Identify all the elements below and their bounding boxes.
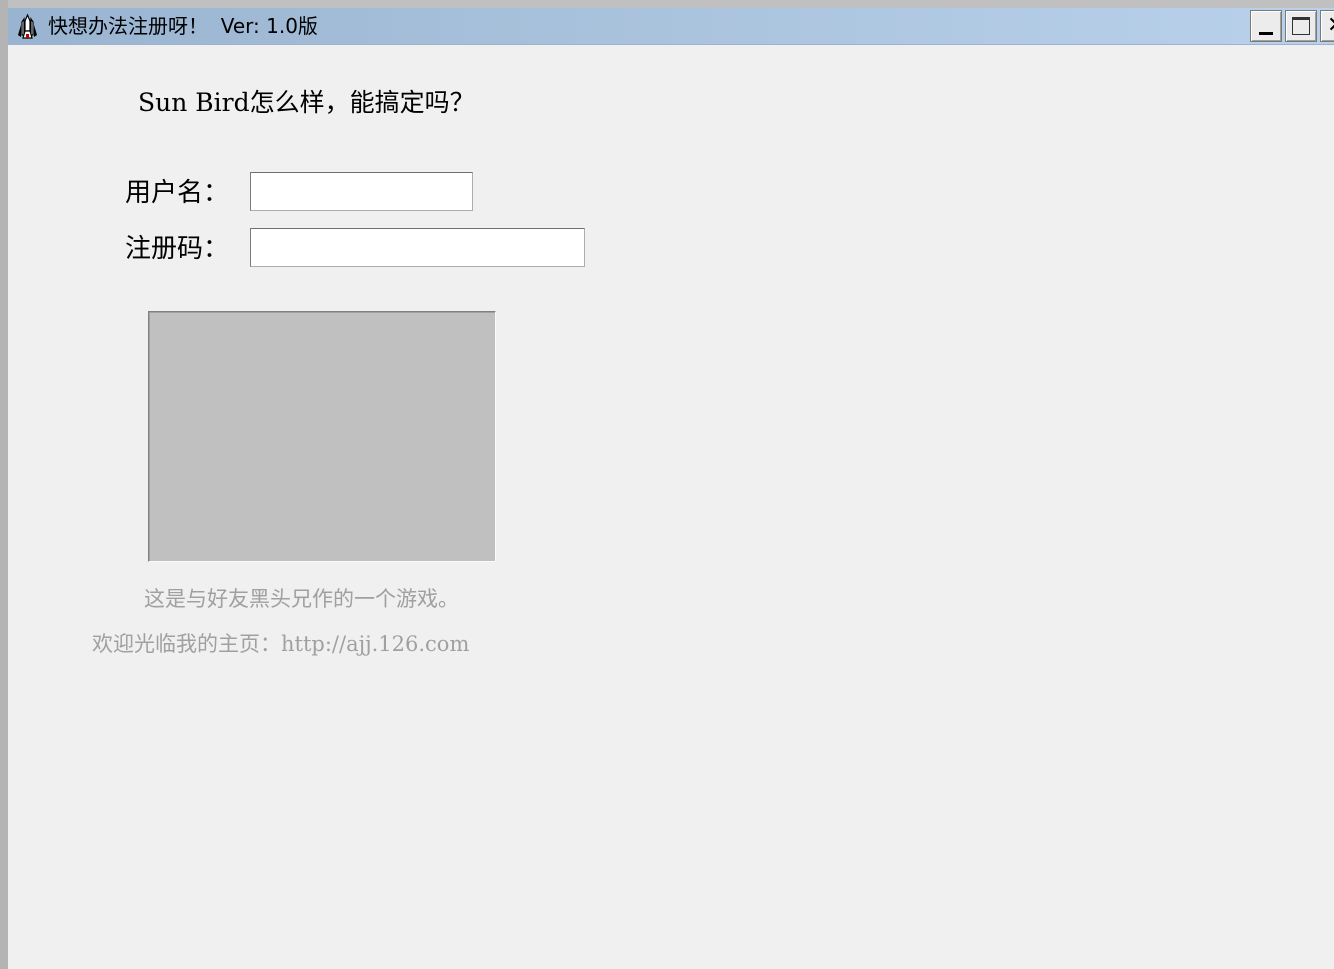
regcode-label: 注册码： xyxy=(125,234,230,264)
maximize-button[interactable] xyxy=(1285,10,1317,42)
window-title: 快想办法注册呀！ Ver: 1.0版 xyxy=(48,14,318,38)
desktop-top-edge xyxy=(0,0,1334,8)
title-bar[interactable]: 快想办法注册呀！ Ver: 1.0版 ✕ xyxy=(8,8,1334,45)
close-button[interactable]: ✕ xyxy=(1320,10,1334,42)
regcode-input[interactable] xyxy=(250,228,585,267)
window-left-border xyxy=(0,0,8,969)
minimize-button[interactable] xyxy=(1250,10,1282,42)
username-input[interactable] xyxy=(250,172,473,211)
prompt-heading: Sun Bird怎么样，能搞定吗？ xyxy=(138,88,475,117)
close-icon: ✕ xyxy=(1327,14,1334,38)
image-panel xyxy=(148,311,496,562)
maximize-icon xyxy=(1292,17,1310,35)
screen: 快想办法注册呀！ Ver: 1.0版 ✕ Sun Bird怎么样，能搞定吗？ 用… xyxy=(0,0,1334,969)
username-label: 用户名： xyxy=(125,178,230,208)
info-text-game: 这是与好友黑头兄作的一个游戏。 xyxy=(144,587,459,611)
space-shuttle-icon[interactable] xyxy=(14,13,41,40)
info-text-homepage: 欢迎光临我的主页：http://ajj.126.com xyxy=(92,632,470,656)
minimize-icon xyxy=(1259,32,1273,35)
